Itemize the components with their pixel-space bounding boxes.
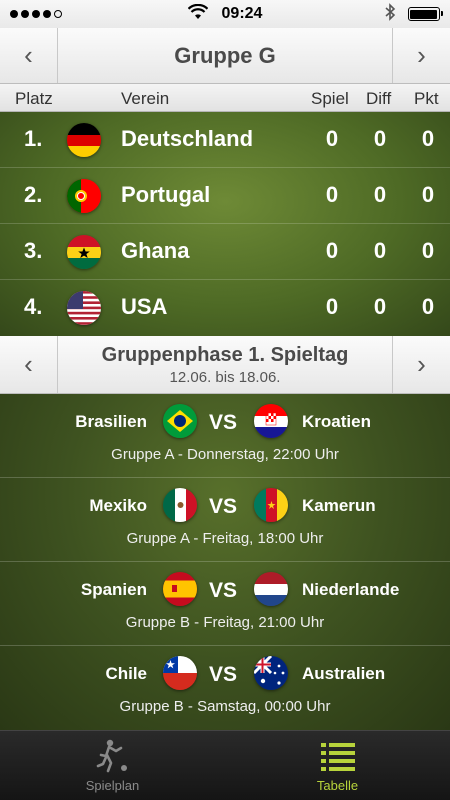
brazil-flag-icon bbox=[163, 404, 197, 438]
match-item[interactable]: Chile VS Australien Gruppe B - Samstag, … bbox=[0, 646, 450, 730]
previous-group-button[interactable]: ‹ bbox=[0, 28, 58, 83]
group-header: ‹ Gruppe G › bbox=[0, 28, 450, 84]
away-team: Australien bbox=[302, 664, 386, 683]
team-name: Portugal bbox=[121, 182, 211, 207]
matchday-title: Gruppenphase 1. Spieltag bbox=[101, 343, 349, 366]
rank: 1. bbox=[24, 126, 43, 151]
points-value: 0 bbox=[421, 182, 435, 207]
team-name: Deutschland bbox=[121, 126, 254, 151]
away-team: Kroatien bbox=[302, 412, 371, 431]
away-team: Niederlande bbox=[302, 580, 400, 599]
netherlands-flag-icon bbox=[254, 572, 288, 606]
table-row[interactable]: 2. Portugal 0 0 0 bbox=[0, 168, 450, 224]
points-value: 0 bbox=[421, 294, 435, 319]
diff-value: 0 bbox=[373, 126, 387, 151]
match-item[interactable]: Mexiko VS Kamerun Gruppe A - Freitag, 18… bbox=[0, 478, 450, 562]
ghana-flag-icon bbox=[67, 235, 101, 269]
tab-label: Spielplan bbox=[85, 778, 140, 793]
usa-flag-icon bbox=[67, 291, 101, 325]
played-value: 0 bbox=[325, 182, 339, 207]
soccer-player-icon bbox=[93, 738, 133, 774]
home-team: Mexiko bbox=[89, 496, 147, 515]
standings-table: 1. Deutschland 0 0 0 2. Portugal 0 0 0 3… bbox=[0, 112, 450, 336]
points-value: 0 bbox=[421, 238, 435, 263]
next-group-button[interactable]: › bbox=[392, 28, 450, 83]
table-column-header: Platz Verein Spiel Diff Pkt bbox=[0, 84, 450, 112]
played-value: 0 bbox=[325, 294, 339, 319]
rank: 2. bbox=[24, 182, 43, 207]
rank: 4. bbox=[24, 294, 43, 319]
match-info: Gruppe A - Donnerstag, 22:00 Uhr bbox=[111, 446, 339, 463]
status-time: 09:24 bbox=[221, 5, 263, 22]
status-bar: 09:24 bbox=[0, 0, 450, 28]
chile-flag-icon bbox=[163, 656, 197, 690]
home-team: Brasilien bbox=[75, 412, 147, 431]
table-row[interactable]: 4. USA 0 0 0 bbox=[0, 280, 450, 336]
played-value: 0 bbox=[325, 126, 339, 151]
column-club: Verein bbox=[121, 89, 170, 108]
match-info: Gruppe B - Freitag, 21:00 Uhr bbox=[125, 614, 325, 631]
match-info: Gruppe B - Samstag, 00:00 Uhr bbox=[119, 698, 331, 715]
match-info: Gruppe A - Freitag, 18:00 Uhr bbox=[126, 530, 324, 547]
diff-value: 0 bbox=[373, 182, 387, 207]
table-row[interactable]: 3. Ghana 0 0 0 bbox=[0, 224, 450, 280]
portugal-flag-icon bbox=[67, 179, 101, 213]
match-list: Brasilien VS Kroatien Gruppe A - Donners… bbox=[0, 394, 450, 730]
matchday-dates: 12.06. bis 18.06. bbox=[169, 368, 281, 386]
next-matchday-button[interactable]: › bbox=[392, 336, 450, 393]
column-diff: Diff bbox=[366, 89, 392, 108]
diff-value: 0 bbox=[373, 294, 387, 319]
spain-flag-icon bbox=[163, 572, 197, 606]
previous-matchday-button[interactable]: ‹ bbox=[0, 336, 58, 393]
column-played: Spiel bbox=[311, 89, 349, 108]
rank: 3. bbox=[24, 238, 43, 263]
column-place: Platz bbox=[15, 89, 53, 108]
croatia-flag-icon bbox=[254, 404, 288, 438]
chevron-right-icon: › bbox=[417, 349, 426, 379]
home-team: Chile bbox=[105, 664, 147, 683]
tab-spielplan[interactable]: Spielplan bbox=[0, 731, 225, 800]
versus-label: VS bbox=[209, 411, 238, 434]
match-item[interactable]: Spanien VS Niederlande Gruppe B - Freita… bbox=[0, 562, 450, 646]
tab-bar: Spielplan Tabelle bbox=[0, 730, 450, 800]
signal-dots-icon bbox=[10, 10, 62, 18]
points-value: 0 bbox=[421, 126, 435, 151]
germany-flag-icon bbox=[67, 123, 101, 157]
chevron-left-icon: ‹ bbox=[24, 349, 33, 379]
mexico-flag-icon bbox=[163, 488, 197, 522]
away-team: Kamerun bbox=[302, 496, 376, 515]
wifi-icon bbox=[187, 3, 208, 25]
versus-label: VS bbox=[209, 495, 238, 518]
versus-label: VS bbox=[209, 663, 238, 686]
battery-icon bbox=[407, 7, 443, 21]
column-points: Pkt bbox=[414, 89, 439, 108]
group-title: Gruppe G bbox=[174, 42, 276, 68]
matchday-header: ‹ Gruppenphase 1. Spieltag 12.06. bis 18… bbox=[0, 336, 450, 394]
chevron-left-icon: ‹ bbox=[24, 40, 33, 70]
tab-label: Tabelle bbox=[316, 778, 359, 793]
played-value: 0 bbox=[325, 238, 339, 263]
bluetooth-icon bbox=[384, 2, 396, 26]
diff-value: 0 bbox=[373, 238, 387, 263]
chevron-right-icon: › bbox=[417, 40, 426, 70]
match-item[interactable]: Brasilien VS Kroatien Gruppe A - Donners… bbox=[0, 394, 450, 478]
team-name: Ghana bbox=[121, 238, 190, 263]
cameroon-flag-icon bbox=[254, 488, 288, 522]
list-icon bbox=[318, 738, 358, 774]
australia-flag-icon bbox=[254, 656, 288, 690]
tab-tabelle[interactable]: Tabelle bbox=[225, 731, 450, 800]
table-row[interactable]: 1. Deutschland 0 0 0 bbox=[0, 112, 450, 168]
team-name: USA bbox=[121, 294, 168, 319]
home-team: Spanien bbox=[80, 580, 147, 599]
versus-label: VS bbox=[209, 579, 238, 602]
